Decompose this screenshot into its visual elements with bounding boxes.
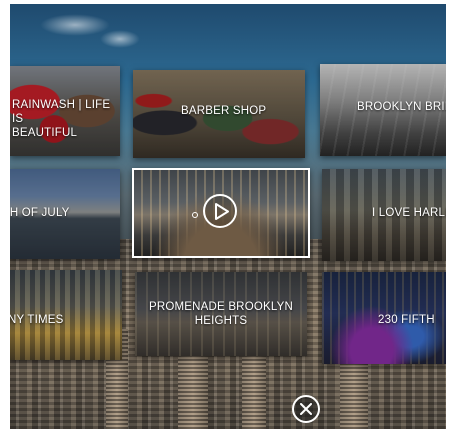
tile-label: 4TH OF JULY	[10, 207, 70, 219]
gaze-cursor	[192, 212, 198, 218]
tile-promenade-brooklyn-heights[interactable]: PROMENADE BROOKLYN HEIGHTS	[135, 272, 307, 356]
tile-label: NY TIMES	[10, 314, 64, 326]
tile-brooklyn-bridge[interactable]: BROOKLYN BRIDGE	[320, 64, 446, 156]
play-button[interactable]	[203, 194, 237, 228]
tile-label: I LOVE HARLEM	[372, 207, 446, 219]
tile-label: BARBER SHOP	[181, 105, 267, 117]
tile-selected-preview[interactable]	[132, 168, 310, 258]
vr-gallery-stage: RAINWASH | LIFE IS BEAUTIFUL BARBER SHOP…	[10, 4, 446, 429]
tile-4th-of-july[interactable]: 4TH OF JULY	[10, 169, 120, 259]
tile-barber-shop[interactable]: BARBER SHOP	[133, 70, 305, 158]
tile-label: 230 FIFTH	[378, 314, 435, 326]
close-icon	[300, 403, 312, 415]
close-button[interactable]	[292, 395, 320, 423]
tile-230-fifth[interactable]: 230 FIFTH	[322, 272, 446, 364]
tile-label: PROMENADE BROOKLYN HEIGHTS	[149, 301, 293, 327]
tile-label: RAINWASH | LIFE IS BEAUTIFUL	[12, 99, 111, 139]
play-icon	[215, 203, 229, 220]
tile-ny-times[interactable]: NY TIMES	[10, 270, 122, 360]
tile-i-love-harlem[interactable]: I LOVE HARLEM	[322, 169, 446, 261]
tile-rainwash[interactable]: RAINWASH | LIFE IS BEAUTIFUL	[10, 66, 120, 156]
sky-cloud	[100, 30, 140, 48]
sky-cloud	[40, 14, 110, 36]
tile-label: BROOKLYN BRIDGE	[357, 101, 446, 113]
